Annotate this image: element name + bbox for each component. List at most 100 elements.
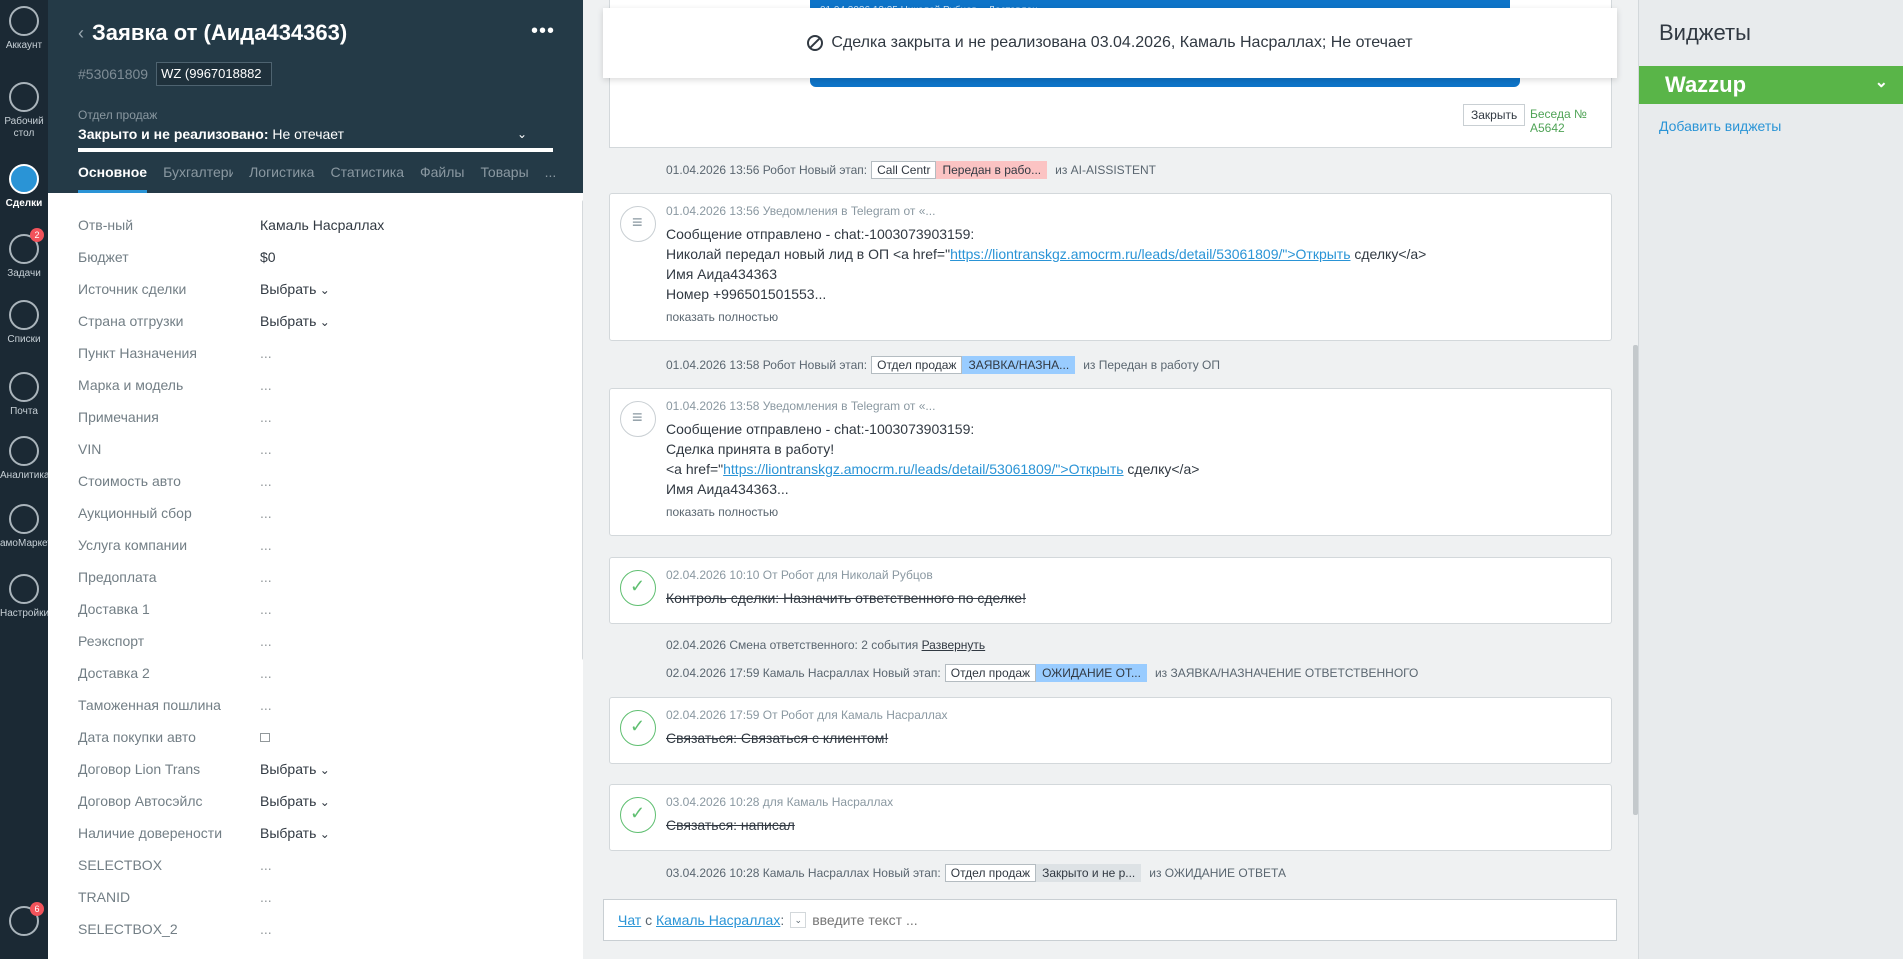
card-header: ‹ Заявка от (Аида434363) ••• #53061809 W…: [48, 0, 583, 193]
fields-list: Отв-ный Камаль Насраллах Бюджет $0 Источни…: [48, 193, 583, 945]
calendar-icon[interactable]: [260, 732, 270, 742]
task-text: Связаться: Связаться с клиентом!: [666, 730, 889, 746]
note-body: Сообщение отправлено - chat:-10030739031…: [666, 421, 1200, 497]
status-progress-bar: [78, 148, 553, 152]
field-power-of-attorney[interactable]: Наличие довереноcти Выбрать: [78, 817, 583, 849]
stage-event: 01.04.2026 13:58 Робот Новый этап: Отдел…: [666, 356, 1221, 374]
chat-composer: Чат с Камаль Насраллах: ⌄: [603, 899, 1617, 941]
left-nav: Аккаунт Рабочий стол Сделки 2 Задачи Спис…: [0, 0, 52, 959]
back-arrow-icon[interactable]: ‹: [78, 23, 84, 44]
show-more-link[interactable]: показать полностью: [666, 310, 778, 324]
lists-icon: [9, 300, 39, 330]
settings-icon: [9, 574, 39, 604]
chevron-down-icon: ⌄: [516, 127, 527, 141]
deal-id: #53061809: [78, 66, 149, 82]
conversation-number[interactable]: Беседа № A5642: [1530, 107, 1611, 135]
nav-mail[interactable]: Почта: [0, 372, 48, 418]
tab-logistics[interactable]: Логистика: [249, 164, 314, 193]
document-icon: [620, 401, 656, 437]
responsible-change-event: 02.04.2026 Смена ответственного: 2 событ…: [666, 638, 986, 652]
field-delivery-2[interactable]: Доставка 2...: [78, 657, 583, 689]
field-source[interactable]: Источник сделки Выбрать: [78, 273, 583, 305]
task-item: 03.04.2026 10:28 для Камаль Насраллах Св…: [609, 784, 1612, 851]
chat-type-link[interactable]: Чат: [618, 912, 641, 928]
wazzup-widget[interactable]: Wazzup ⌄: [1639, 66, 1903, 104]
task-text: Контроль сделки: Назначить ответственног…: [666, 590, 1026, 606]
close-conversation-button[interactable]: Закрыть: [1463, 104, 1526, 126]
tab-main[interactable]: Основное: [78, 164, 148, 193]
field-purchase-date[interactable]: Дата покупки авто: [78, 721, 583, 753]
analytics-icon: [9, 436, 39, 466]
tab-products[interactable]: Товары: [480, 164, 528, 193]
wz-tag-field[interactable]: WZ (9967018882: [156, 62, 273, 86]
telegram-note: 01.04.2026 13:58 Уведомления в Telegram …: [609, 388, 1612, 536]
status-select[interactable]: Закрыто и не реализовано: Не отечает ⌄: [78, 126, 553, 142]
market-icon: [9, 504, 39, 534]
tasks-badge: 2: [30, 228, 44, 242]
field-selectbox[interactable]: SELECTBOX...: [78, 849, 583, 881]
field-contract-autosales[interactable]: Договор Автосэйлс Выбрать: [78, 785, 583, 817]
lead-link[interactable]: https://liontranskgz.amocrm.ru/leads/det…: [950, 246, 1350, 262]
widgets-title: Виджеты: [1659, 20, 1751, 45]
notifications-badge: 6: [30, 902, 44, 916]
more-menu-icon[interactable]: •••: [531, 20, 555, 43]
closed-deal-banner: Сделка закрыта и не реализована 03.04.20…: [603, 8, 1617, 78]
card-title[interactable]: Заявка от (Аида434363): [92, 20, 347, 46]
field-budget[interactable]: Бюджет $0: [78, 241, 583, 273]
account-icon: [9, 6, 39, 36]
pipeline-label: Отдел продаж: [78, 108, 158, 122]
field-delivery-1[interactable]: Доставка 1...: [78, 593, 583, 625]
field-selectbox-2[interactable]: SELECTBOX_2...: [78, 913, 583, 945]
nav-dashboard[interactable]: Рабочий стол: [0, 82, 48, 140]
nav-account[interactable]: Аккаунт: [0, 6, 48, 52]
status-reason: Не отечает: [272, 126, 345, 142]
field-car-cost[interactable]: Стоимость авто...: [78, 465, 583, 497]
check-icon: [620, 797, 656, 833]
nav-analytics[interactable]: Аналитика: [0, 436, 50, 482]
field-contract-lion[interactable]: Договор Lion Trans Выбрать: [78, 753, 583, 785]
nav-lists[interactable]: Списки: [0, 300, 48, 346]
field-prepayment[interactable]: Предоплата...: [78, 561, 583, 593]
nav-deals[interactable]: Сделки: [0, 164, 48, 210]
field-make-model[interactable]: Марка и модель...: [78, 369, 583, 401]
task-text: Связаться: написал: [666, 817, 795, 833]
lead-link[interactable]: https://liontranskgz.amocrm.ru/leads/det…: [723, 461, 1123, 477]
add-widgets-link[interactable]: Добавить виджеты: [1659, 118, 1781, 134]
chat-input[interactable]: [812, 912, 1213, 928]
field-customs-duty[interactable]: Таможенная пошлина...: [78, 689, 583, 721]
card-tabs: Основное Бухгалтерия Логистика Статистик…: [78, 164, 572, 193]
dashboard-icon: [9, 82, 39, 112]
stage-event: 03.04.2026 10:28 Камаль Насраллах Новый …: [666, 864, 1286, 882]
stage-event: 02.04.2026 17:59 Камаль Насраллах Новый …: [666, 664, 1419, 682]
field-country[interactable]: Страна отгрузки Выбрать: [78, 305, 583, 337]
nav-notifications[interactable]: 6: [0, 902, 48, 940]
deal-card: ‹ Заявка от (Аида434363) ••• #53061809 W…: [48, 0, 586, 959]
field-notes[interactable]: Примечания...: [78, 401, 583, 433]
stage-event: 01.04.2026 13:56 Робот Новый этап: Call …: [666, 161, 1156, 179]
tab-more[interactable]: ...: [545, 164, 557, 193]
tab-accounting[interactable]: Бухгалтерия: [163, 164, 233, 193]
field-destination[interactable]: Пункт Назначения...: [78, 337, 583, 369]
nav-settings[interactable]: Настройки: [0, 574, 49, 620]
task-item: 02.04.2026 17:59 От Робот для Камаль Нас…: [609, 697, 1612, 764]
telegram-note: 01.04.2026 13:56 Уведомления в Telegram …: [609, 193, 1612, 341]
field-auction-fee[interactable]: Аукционный сбор...: [78, 497, 583, 529]
nav-market[interactable]: амоМаркет: [0, 504, 52, 550]
widgets-panel: Виджеты Wazzup ⌄ Добавить виджеты: [1638, 0, 1903, 959]
status-bold: Закрыто и не реализовано:: [78, 126, 269, 142]
tab-files[interactable]: Файлы: [420, 164, 464, 193]
field-tranid[interactable]: TRANID...: [78, 881, 583, 913]
field-reexport[interactable]: Реэкспорт...: [78, 625, 583, 657]
field-responsible[interactable]: Отв-ный Камаль Насраллах: [78, 209, 583, 241]
deals-icon: [9, 164, 39, 194]
field-company-service[interactable]: Услуга компании...: [78, 529, 583, 561]
chevron-down-icon[interactable]: ⌄: [1875, 72, 1888, 92]
chevron-down-icon[interactable]: ⌄: [790, 912, 807, 928]
show-more-link[interactable]: показать полностью: [666, 505, 778, 519]
tab-statistics[interactable]: Статистика: [330, 164, 404, 193]
expand-link[interactable]: Развернуть: [922, 638, 986, 652]
nav-tasks[interactable]: 2 Задачи: [0, 228, 48, 280]
field-vin[interactable]: VIN...: [78, 433, 583, 465]
mail-icon: [9, 372, 39, 402]
chat-contact-link[interactable]: Камаль Насраллах: [656, 912, 780, 928]
